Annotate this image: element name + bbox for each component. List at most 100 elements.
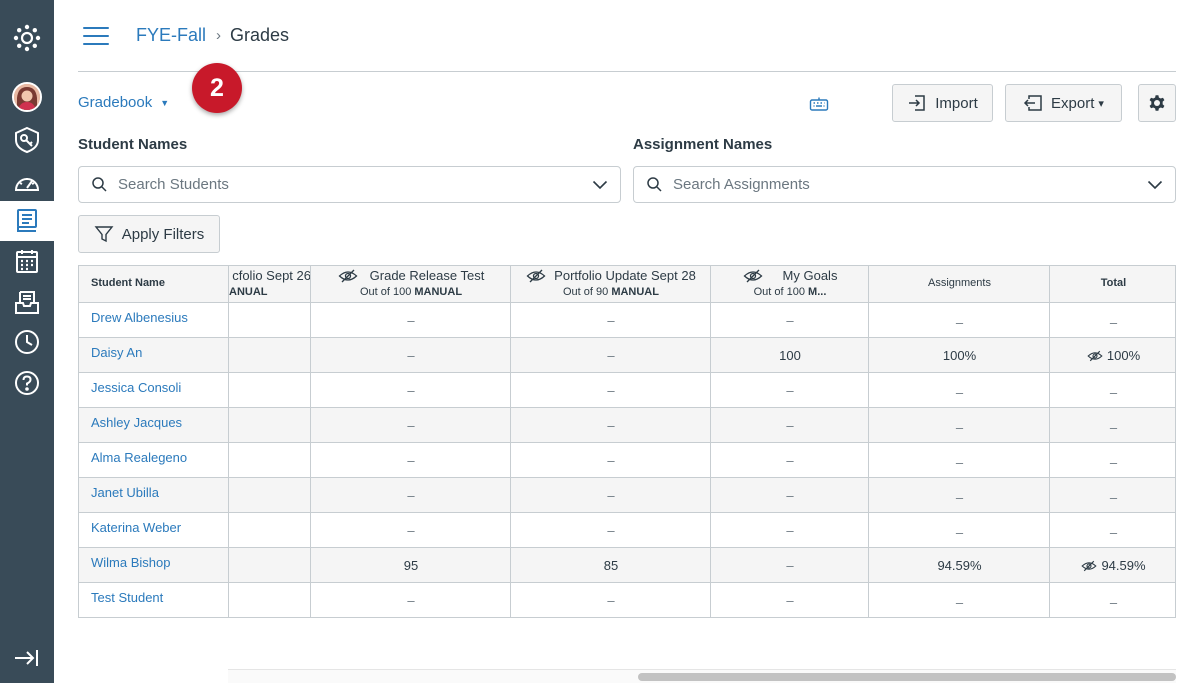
- horizontal-scrollbar-thumb[interactable]: [638, 673, 1176, 681]
- apply-filters-button[interactable]: Apply Filters: [78, 215, 220, 253]
- grade-cell[interactable]: –: [311, 338, 511, 373]
- grade-cell[interactable]: [229, 373, 311, 408]
- assignment-group-cell[interactable]: –: [869, 443, 1050, 478]
- assignments-group-header[interactable]: Assignments: [869, 277, 1050, 289]
- grade-cell[interactable]: –: [711, 583, 869, 617]
- keyboard-shortcuts-icon[interactable]: [809, 96, 829, 117]
- student-name-link[interactable]: Jessica Consoli: [91, 380, 181, 395]
- grade-value: –: [786, 523, 794, 538]
- grade-cell[interactable]: [229, 583, 311, 617]
- assignment-group-cell[interactable]: –: [869, 408, 1050, 443]
- total-cell[interactable]: 100%: [1050, 338, 1175, 373]
- grade-cell[interactable]: –: [511, 478, 711, 513]
- grade-cell[interactable]: 100: [711, 338, 869, 373]
- inbox-icon[interactable]: [0, 282, 54, 322]
- help-question-icon[interactable]: [0, 363, 54, 403]
- assignment-column-header[interactable]: Portfolio Update Sept 28 Out of 90 MANUA…: [511, 266, 711, 303]
- student-name-link[interactable]: Test Student: [91, 590, 163, 605]
- course-menu-toggle-button[interactable]: [83, 27, 109, 47]
- grade-cell[interactable]: –: [311, 408, 511, 443]
- calendar-icon[interactable]: [0, 241, 54, 281]
- grade-cell[interactable]: –: [311, 373, 511, 408]
- grade-cell[interactable]: –: [711, 513, 869, 548]
- assignment-group-cell[interactable]: –: [869, 373, 1050, 408]
- collapse-nav-icon[interactable]: [0, 638, 54, 678]
- assignment-points: Out of 100: [753, 286, 809, 298]
- grade-cell[interactable]: [229, 303, 311, 338]
- history-clock-icon[interactable]: [0, 322, 54, 362]
- grade-cell[interactable]: –: [711, 478, 869, 513]
- grade-cell[interactable]: –: [511, 408, 711, 443]
- total-cell[interactable]: –: [1050, 373, 1175, 408]
- grade-cell[interactable]: [229, 408, 311, 443]
- student-name-link[interactable]: Daisy An: [91, 345, 142, 360]
- dashboard-gauge-icon[interactable]: [0, 162, 54, 202]
- assignment-group-cell[interactable]: –: [869, 303, 1050, 338]
- assignment-group-cell[interactable]: 100%: [869, 338, 1050, 373]
- assignment-group-cell[interactable]: 94.59%: [869, 548, 1050, 583]
- grade-cell[interactable]: –: [511, 373, 711, 408]
- chevron-down-icon[interactable]: [1147, 180, 1163, 190]
- gradebook-menu-button[interactable]: Gradebook ▼: [78, 94, 169, 111]
- grade-cell[interactable]: –: [311, 583, 511, 617]
- grade-cell[interactable]: [229, 513, 311, 548]
- grade-cell[interactable]: [229, 478, 311, 513]
- grade-cell[interactable]: –: [511, 338, 711, 373]
- grade-cell[interactable]: –: [711, 303, 869, 338]
- courses-book-icon[interactable]: [0, 201, 54, 241]
- total-cell[interactable]: –: [1050, 443, 1175, 478]
- grade-cell[interactable]: [229, 548, 311, 583]
- grade-cell[interactable]: –: [511, 303, 711, 338]
- chevron-down-icon[interactable]: [592, 180, 608, 190]
- grade-cell[interactable]: –: [511, 513, 711, 548]
- total-cell[interactable]: –: [1050, 478, 1175, 513]
- student-search-input[interactable]: [118, 176, 592, 193]
- grade-cell[interactable]: [229, 443, 311, 478]
- grade-cell[interactable]: –: [711, 408, 869, 443]
- assignment-column-header[interactable]: My Goals Out of 100 M...: [711, 266, 869, 303]
- assignment-column-title: My Goals: [782, 268, 838, 283]
- total-cell[interactable]: –: [1050, 583, 1175, 617]
- grade-cell[interactable]: –: [711, 443, 869, 478]
- gradebook-grid: Student Name cfolio Sept 26 ANUAL Grade …: [78, 265, 1176, 618]
- student-name-link[interactable]: Ashley Jacques: [91, 415, 182, 430]
- student-name-link[interactable]: Drew Albenesius: [91, 310, 188, 325]
- breadcrumb: FYE-Fall › Grades: [136, 25, 289, 46]
- assignment-column-header[interactable]: Grade Release Test Out of 100 MANUAL: [311, 266, 511, 303]
- student-name-link[interactable]: Katerina Weber: [91, 520, 181, 535]
- gradebook-settings-button[interactable]: [1138, 84, 1176, 122]
- assignment-group-cell[interactable]: –: [869, 478, 1050, 513]
- grade-cell[interactable]: –: [511, 443, 711, 478]
- total-column-header[interactable]: Total: [1050, 277, 1175, 289]
- student-name-column-header[interactable]: Student Name: [91, 277, 165, 289]
- grade-cell[interactable]: –: [511, 583, 711, 617]
- assignment-search-input[interactable]: [673, 176, 1147, 193]
- grade-cell[interactable]: 85: [511, 548, 711, 583]
- grade-cell[interactable]: –: [311, 478, 511, 513]
- grade-cell[interactable]: –: [311, 513, 511, 548]
- grade-cell[interactable]: 95: [311, 548, 511, 583]
- grade-cell[interactable]: –: [311, 443, 511, 478]
- grade-cell[interactable]: –: [711, 373, 869, 408]
- student-name-link[interactable]: Janet Ubilla: [91, 485, 159, 500]
- total-cell[interactable]: –: [1050, 303, 1175, 338]
- student-name-link[interactable]: Wilma Bishop: [91, 555, 170, 570]
- grade-cell[interactable]: –: [711, 548, 869, 583]
- student-name-link[interactable]: Alma Realegeno: [91, 450, 187, 465]
- import-button[interactable]: Import: [892, 84, 993, 122]
- export-button[interactable]: Export ▾: [1005, 84, 1122, 122]
- breadcrumb-course-link[interactable]: FYE-Fall: [136, 25, 206, 46]
- total-cell[interactable]: –: [1050, 408, 1175, 443]
- account-avatar-icon[interactable]: [0, 77, 54, 117]
- total-cell[interactable]: 94.59%: [1050, 548, 1175, 583]
- assignment-group-cell[interactable]: –: [869, 583, 1050, 617]
- assignment-search-combobox[interactable]: [633, 166, 1176, 203]
- assignment-group-cell[interactable]: –: [869, 513, 1050, 548]
- assignment-column-header[interactable]: cfolio Sept 26 ANUAL: [229, 266, 311, 303]
- grade-cell[interactable]: [229, 338, 311, 373]
- grade-cell[interactable]: –: [311, 303, 511, 338]
- student-search-combobox[interactable]: [78, 166, 621, 203]
- admin-shield-icon[interactable]: [0, 120, 54, 160]
- total-cell[interactable]: –: [1050, 513, 1175, 548]
- canvas-logo-icon[interactable]: [0, 18, 54, 58]
